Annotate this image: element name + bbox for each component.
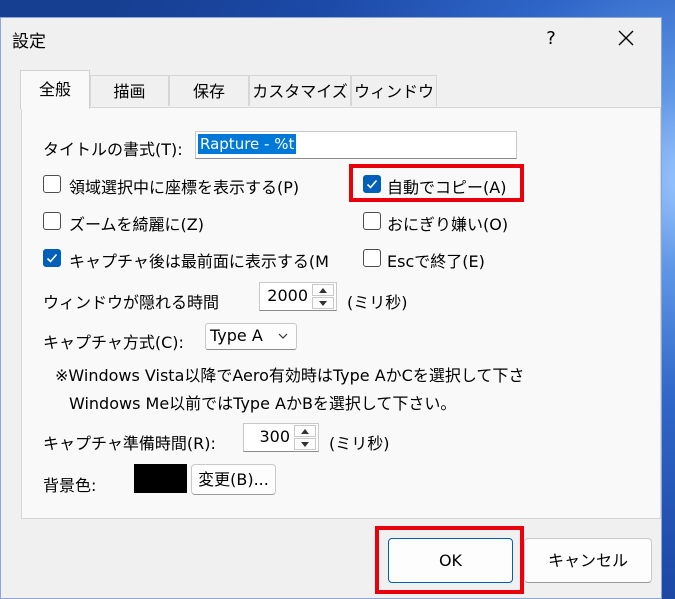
note-line-1: ※Windows Vista以降でAero有効時はType AかCを選択して下さ [55, 366, 525, 385]
prep-time-up-button[interactable] [294, 425, 316, 437]
arrow-up-icon [319, 288, 327, 293]
tab-save[interactable]: 保存 [169, 75, 249, 106]
checkbox-hate-onigiri[interactable] [363, 212, 381, 230]
close-button[interactable] [591, 18, 661, 59]
ok-button[interactable]: OK [388, 538, 513, 583]
arrow-up-icon [301, 429, 309, 434]
title-format-value: Rapture - %t [198, 134, 297, 154]
hide-time-spinner[interactable]: 2000 [259, 282, 337, 311]
hide-time-down-button[interactable] [312, 297, 334, 309]
tab-general[interactable]: 全般 [20, 70, 90, 109]
check-icon [366, 179, 378, 189]
prep-time-label: キャプチャ準備時間(R): [43, 434, 216, 453]
checkbox-esc-exit[interactable] [363, 249, 381, 267]
title-format-label: タイトルの書式(T): [43, 140, 183, 159]
change-color-button[interactable]: 変更(B)... [191, 464, 276, 495]
chevron-down-icon [278, 333, 288, 339]
tab-window[interactable]: ウィンドウ [351, 75, 437, 106]
hide-time-unit: (ミリ秒) [347, 293, 408, 312]
note-line-2: Windows Me以前ではType AかBを選択して下さい。 [69, 394, 457, 413]
checkbox-auto-copy[interactable] [363, 175, 381, 193]
label-topmost-after: キャプチャ後は最前面に表示する(M [69, 252, 329, 271]
tab-customize[interactable]: カスタマイズ [249, 75, 351, 106]
prep-time-down-button[interactable] [294, 438, 316, 450]
hide-time-value: 2000 [267, 286, 308, 305]
prep-time-spinner[interactable]: 300 [243, 423, 319, 452]
capture-method-value: Type A [210, 326, 263, 345]
checkbox-region-coords[interactable] [43, 175, 61, 193]
arrow-down-icon [319, 301, 327, 306]
label-zoom-smooth: ズームを綺麗に(Z) [69, 215, 204, 234]
hide-time-label: ウィンドウが隠れる時間 [43, 293, 220, 312]
settings-dialog: 設定 ? 全般 描画 保存 カスタマイズ ウィンドウ タイトルの書式(T): R… [0, 17, 662, 599]
capture-method-label: キャプチャ方式(C): [43, 333, 184, 352]
tab-drawing[interactable]: 描画 [90, 75, 169, 106]
checkbox-zoom-smooth[interactable] [43, 212, 61, 230]
label-auto-copy: 自動でコピー(A) [387, 178, 507, 197]
check-icon [46, 253, 58, 263]
bg-color-label: 背景色: [43, 476, 97, 495]
window-title: 設定 [12, 32, 46, 52]
cancel-button[interactable]: キャンセル [524, 538, 652, 583]
label-hate-onigiri: おにぎり嫌い(O) [387, 215, 509, 234]
tab-panel-general [21, 107, 661, 519]
checkbox-topmost-after[interactable] [43, 249, 61, 267]
label-esc-exit: Escで終了(E) [387, 252, 485, 271]
capture-method-select[interactable]: Type A [205, 323, 297, 350]
title-format-input[interactable]: Rapture - %t [195, 131, 517, 159]
prep-time-value: 300 [259, 427, 290, 446]
close-icon [618, 30, 634, 46]
hide-time-up-button[interactable] [312, 284, 334, 296]
bg-color-swatch [134, 464, 187, 493]
label-region-coords: 領域選択中に座標を表示する(P) [69, 178, 300, 197]
prep-time-unit: (ミリ秒) [329, 434, 390, 453]
title-bar: 設定 ? [1, 18, 661, 59]
arrow-down-icon [301, 442, 309, 447]
help-button[interactable]: ? [521, 18, 581, 59]
